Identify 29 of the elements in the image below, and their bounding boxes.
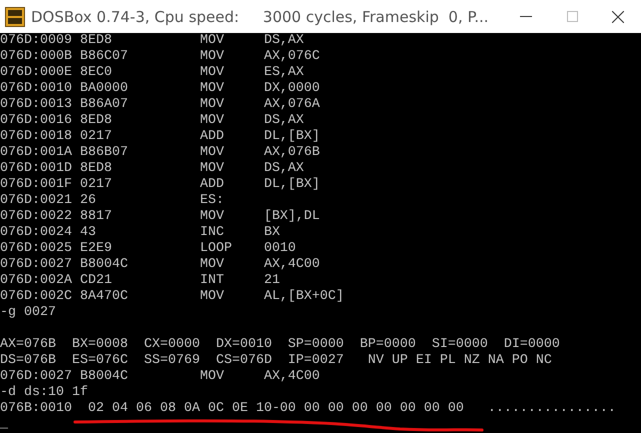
- console-line: 076D:002A CD21 INT 21: [0, 273, 280, 289]
- console-line: -g 0027: [0, 305, 56, 321]
- console-line: 076D:0018 0217 ADD DL,[BX]: [0, 129, 320, 145]
- console-line: 076D:000E 8EC0 MOV ES,AX: [0, 65, 304, 81]
- console-line: 076D:0021 26 ES:: [0, 193, 224, 209]
- console-line: 076D:002C 8A470C MOV AL,[BX+0C]: [0, 289, 344, 305]
- maximize-icon: [566, 11, 578, 22]
- console-line: 076D:000B B86C07 MOV AX,076C: [0, 49, 320, 65]
- console-line: 076B:0010 02 04 06 08 0A 0C 0E 10-00 00 00 00 00 00 00 00 ................: [0, 401, 616, 417]
- console-line: 076D:001A B86B07 MOV AX,076B: [0, 145, 320, 161]
- console-line: -d ds:10 1f: [0, 385, 88, 401]
- console-line: AX=076B BX=0008 CX=0000 DX=0010 SP=0000 BP=0000 SI=0000 DI=0000: [0, 337, 560, 353]
- window-title: DOSBox 0.74-3, Cpu speed: 3000 cycles, Frameskip 0, P...: [31, 8, 490, 26]
- console-line: 076D:0010 BA0000 MOV DX,0000: [0, 81, 320, 97]
- console-line: DS=076B ES=076C SS=0769 CS=076D IP=0027 NV UP EI PL NZ NA PO NC: [0, 353, 552, 369]
- console-line: 076D:0022 8817 MOV [BX],DL: [0, 209, 320, 225]
- console-line: 076D:0027 B8004C MOV AX,4C00: [0, 257, 320, 273]
- console-line: 076D:001F 0217 ADD DL,[BX]: [0, 177, 320, 193]
- minimize-icon: [520, 16, 532, 18]
- close-icon: [612, 10, 624, 22]
- console-line: _: [0, 417, 8, 433]
- console-line: 076D:001D 8ED8 MOV DS,AX: [0, 161, 304, 177]
- console-line: 076D:0009 8ED8 MOV DS,AX: [0, 33, 304, 49]
- console-line: 076D:0027 B8004C MOV AX,4C00: [0, 369, 320, 385]
- console-line: 076D:0025 E2E9 LOOP 0010: [0, 241, 296, 257]
- console-line: 076D:0013 B86A07 MOV AX,076A: [0, 97, 320, 113]
- console-line: 076D:0024 43 INC BX: [0, 225, 280, 241]
- console-line: 076D:0016 8ED8 MOV DS,AX: [0, 113, 304, 129]
- dosbox-logo-icon: [5, 6, 25, 26]
